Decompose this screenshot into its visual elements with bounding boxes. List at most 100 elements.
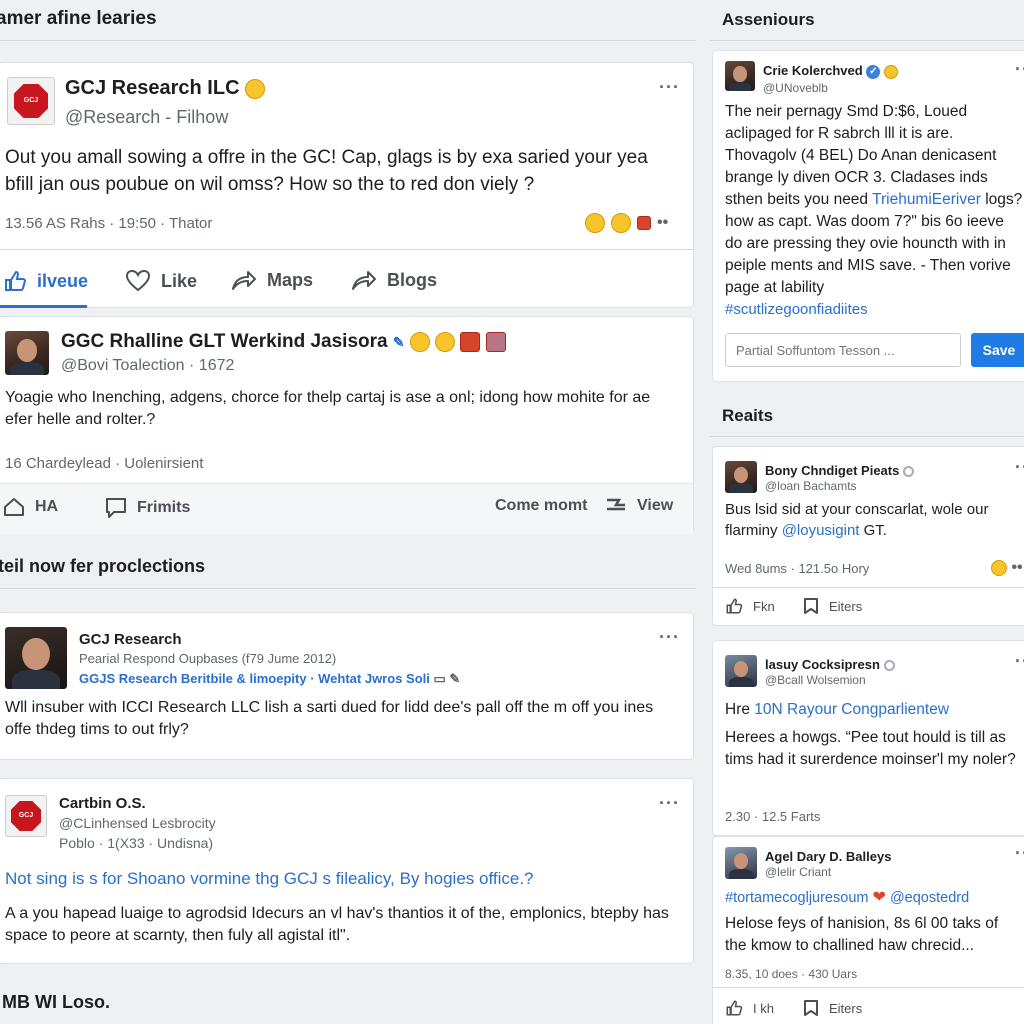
verified-check-icon: ✓ [866,64,881,79]
lightbulb-emoji-icon [611,213,631,233]
card-headline: Hre 10N Rayour Congparlientew [725,699,1021,721]
mention-link[interactable]: @eqostedrd [890,890,969,906]
doc-icon: ▭ ✎ [433,671,461,686]
card-body: Herees a howgs. “Pee tout hould is till … [725,729,1016,768]
divider [0,249,693,250]
post-author-handle[interactable]: @Bovi Toalection · 1672 [61,357,234,375]
action-button-ilveue[interactable]: ilveue [3,269,88,293]
user-avatar[interactable] [725,655,757,687]
more-options-icon[interactable]: ·· [1015,457,1024,478]
action-label: Come momt [495,497,588,514]
main-feed: amer afine learies GCJ GCJ Research ILC … [0,0,696,1024]
comment-input[interactable] [725,333,961,367]
ha-button[interactable]: HA [3,497,58,517]
author-name[interactable]: Bony Chndiget Pieats [765,463,914,478]
frimits-button[interactable]: Frimits [105,497,190,519]
sidebar-card: Crie Kolerchved ✓ @UNoveblb ·· The neir … [712,50,1024,382]
more-options-icon[interactable]: ··· [659,77,680,98]
share-arrow-icon [232,271,256,290]
author-handle[interactable]: @Bcall Wolsemion [765,673,866,687]
action-label: Maps [267,269,314,290]
post-author-name[interactable]: GCJ Research [79,631,182,648]
eiters-button[interactable]: Eiters [803,597,862,615]
eiters-button[interactable]: Eiters [803,999,862,1017]
save-button[interactable]: Save [971,333,1024,367]
person-emoji-icon [991,559,1007,576]
maps-button[interactable]: Maps [231,269,313,291]
user-avatar[interactable] [725,847,757,879]
action-label: HA [35,498,59,515]
author-name-text: GGC Rhalline GLT Werkind Jasisora [61,331,388,352]
sidebar-section-title: Asseniours [722,10,815,29]
card-body: Helose feys of hanision, 8s 6l 00 taks o… [725,915,999,954]
post-author-name[interactable]: Cartbin O.S. [59,795,146,812]
feed-header-title: amer afine learies [0,8,157,29]
view-button[interactable]: View [605,497,673,515]
card-body: The neir pernagy Smd D:$6, Loued aclipag… [725,101,1023,299]
post-affiliation-link[interactable]: GGJS Research Beritbile & limoepity · We… [79,671,460,687]
heart-icon: ❤ [872,889,886,906]
reaction-icons[interactable]: •• [585,213,668,233]
card-meta: Wed 8ums · 121.5o Hory [725,561,870,576]
body-text: GT. [859,522,887,539]
post-author-name[interactable]: GCJ Research ILC [65,77,266,100]
more-options-icon[interactable]: ·· [1015,651,1024,672]
status-dot-icon [883,660,895,672]
puzzle-emoji-icon [485,331,506,352]
company-logo-avatar[interactable]: GCJ [7,77,55,125]
hashtag-link[interactable]: #tortamecogljuresoum [725,890,868,906]
post-subtitle: Poblo · 1(X33 · Undisna) [59,835,214,851]
more-options-icon[interactable]: ··· [659,793,680,814]
mention-link[interactable]: @loyusigint [782,522,860,539]
inline-link[interactable]: TriehumiEeriver [872,191,981,208]
post-author-handle[interactable]: @CLinhensed Lesbrocity [59,815,216,831]
action-label: I kh [753,1000,774,1016]
post-card: GCJ Research Pearial Respond Oupbases (f… [0,612,694,760]
post-body: A a you hapead luaige to agrodsid Idecur… [5,905,669,945]
status-dot-icon [902,466,914,478]
reaction-icons[interactable]: •• [991,559,1023,577]
company-logo-avatar[interactable]: GCJ [5,795,47,837]
post-body: Out you amall sowing a offre in the GC! … [5,147,648,195]
bookmark-icon [804,598,818,614]
author-handle[interactable]: @UNoveblb [763,81,828,95]
user-avatar[interactable] [5,331,49,375]
more-options-icon[interactable]: ·· [1015,59,1024,80]
like-button[interactable]: Like [125,269,197,293]
author-handle[interactable]: @loan Bachamts [765,479,857,493]
divider [0,588,696,589]
divider [710,436,1024,437]
more-reactions-icon: •• [1011,559,1023,576]
post-meta: 13.56 AS Rahs · 19:50 · Thator [5,215,213,232]
pencil-icon: ✎ [392,334,405,350]
headline-link[interactable]: 10N Rayour Congparlientew [754,701,949,718]
post-body: Wll insuber with ICCI Research LLC lish … [5,699,654,739]
card-body: Bus lsid sid at your conscarlat, wole ou… [725,499,1021,541]
flag-icon [607,498,625,511]
author-handle[interactable]: @lelir Criant [765,865,831,879]
action-label: Eiters [829,1000,863,1016]
smile-emoji-icon [883,64,898,79]
user-avatar[interactable] [5,627,67,689]
author-name-text: Crie Kolerchved [763,63,863,78]
author-name-text: Bony Chndiget Pieats [765,463,900,478]
fkn-button[interactable]: Fkn [725,597,775,615]
post-subtitle: Pearial Respond Oupbases (f79 Jume 2012) [79,651,337,666]
come-momt-button[interactable]: Come momt [495,497,587,515]
post-author-name[interactable]: GGC Rhalline GLT Werkind Jasisora ✎ [61,331,506,353]
blogs-button[interactable]: Blogs [351,269,437,291]
post-headline-link[interactable]: Not sing is s for Shoano vormine thg GCJ… [5,867,675,891]
ikh-button[interactable]: I kh [725,999,774,1017]
post-card: GCJ GCJ Research ILC @Research - Filhow … [0,62,694,308]
author-name[interactable]: Crie Kolerchved ✓ [763,63,898,79]
user-avatar[interactable] [725,61,755,91]
divider [710,40,1024,41]
user-avatar[interactable] [725,461,757,493]
post-card: GGC Rhalline GLT Werkind Jasisora ✎ @Bov… [0,316,694,535]
post-author-handle[interactable]: @Research - Filhow [65,107,228,128]
author-name[interactable]: lasuy Cocksipresn [765,657,895,672]
hashtag-link[interactable]: #scutlizegoonfiadiites [725,299,868,320]
more-options-icon[interactable]: ··· [659,627,680,648]
more-options-icon[interactable]: ·· [1015,843,1024,864]
author-name[interactable]: Agel Dary D. Balleys [765,849,891,864]
